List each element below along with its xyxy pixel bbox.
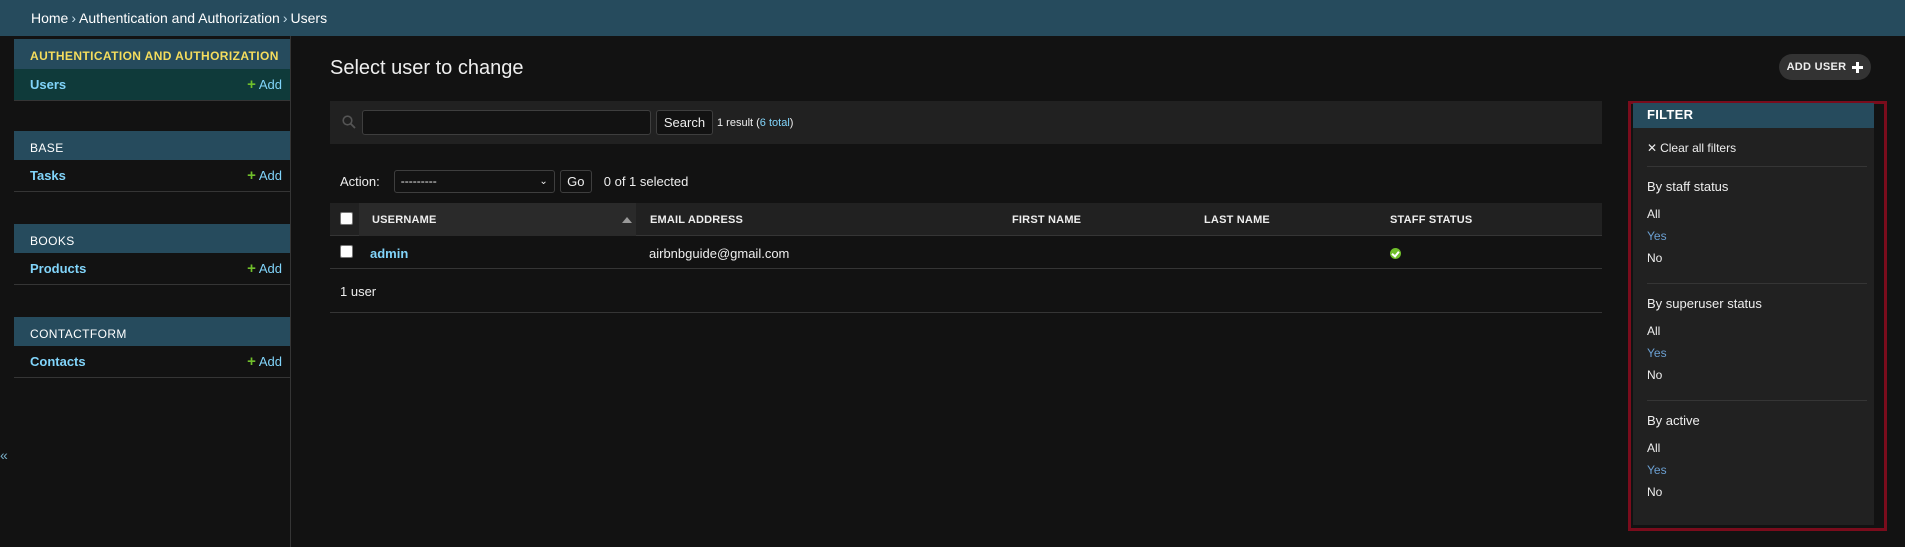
action-selected-option: ---------: [400, 174, 437, 188]
filter-panel: FILTER ✕ Clear all filters By staff statu…: [1633, 103, 1874, 525]
results-table: USERNAME EMAIL ADDRESS FIRST NAME LAST N…: [330, 203, 1602, 313]
add-label: Add: [258, 168, 282, 183]
action-select[interactable]: --------- ⌄: [393, 169, 555, 193]
paginator: 1 user: [330, 269, 1602, 313]
result-prefix: 1 result (: [717, 117, 760, 129]
filter-option-all[interactable]: All: [1647, 207, 1660, 221]
sidebar-item-label[interactable]: Contacts: [30, 354, 86, 369]
sidebar-module-contactform: CONTACTFORM Contacts + Add: [14, 317, 290, 378]
plus-icon: +: [247, 260, 256, 277]
search-input[interactable]: [362, 110, 651, 135]
filter-option-no[interactable]: No: [1647, 368, 1662, 382]
result-total-text: 1 user: [340, 284, 377, 299]
breadcrumb-section-link[interactable]: Authentication and Authorization: [79, 10, 280, 26]
sidebar-module-auth: AUTHENTICATION AND AUTHORIZATION Users +…: [14, 39, 290, 101]
chevron-down-icon: ⌄: [539, 175, 548, 187]
sort-ascending-icon[interactable]: [622, 217, 632, 223]
filter-option-yes[interactable]: Yes: [1647, 346, 1667, 360]
username-link[interactable]: admin: [370, 246, 408, 261]
actions-bar: Action: --------- ⌄ Go 0 of 1 selected: [340, 169, 688, 193]
filter-option-no[interactable]: No: [1647, 251, 1662, 265]
sidebar-module-header[interactable]: CONTACTFORM: [14, 317, 290, 346]
column-header-staff-status[interactable]: STAFF STATUS: [1390, 214, 1472, 226]
sidebar-item-contacts: Contacts + Add: [14, 346, 290, 378]
sidebar-module-books: BOOKS Products + Add: [14, 224, 290, 285]
sidebar-item-products: Products + Add: [14, 253, 290, 285]
filter-title-staff-status: By staff status: [1647, 179, 1729, 194]
filter-option-yes[interactable]: Yes: [1647, 229, 1667, 243]
search-icon: [342, 115, 356, 129]
filter-divider: [1647, 166, 1867, 167]
action-label: Action:: [340, 173, 380, 189]
filter-title-active: By active: [1647, 413, 1700, 428]
page-title: Select user to change: [330, 57, 524, 79]
table-row: admin airbnbguide@gmail.com: [330, 236, 1602, 269]
sidebar-module-base: BASE Tasks + Add: [14, 131, 290, 192]
email-cell: airbnbguide@gmail.com: [649, 246, 790, 261]
clear-all-filters-link[interactable]: ✕ Clear all filters: [1647, 141, 1736, 155]
sidebar-item-label[interactable]: Users: [30, 77, 66, 92]
show-all-link[interactable]: 6 total: [760, 117, 790, 129]
plus-icon: +: [247, 353, 256, 370]
sidebar-item-users: Users + Add: [14, 69, 290, 101]
filter-divider: [1647, 400, 1867, 401]
plus-icon: +: [247, 76, 256, 93]
column-header-first-name[interactable]: FIRST NAME: [1012, 214, 1081, 226]
breadcrumb-home-link[interactable]: Home: [31, 10, 68, 26]
sidebar-module-header[interactable]: AUTHENTICATION AND AUTHORIZATION: [14, 39, 290, 69]
breadcrumb: Home › Authentication and Authorization › Us…: [0, 0, 1905, 36]
add-task-link[interactable]: + Add: [247, 167, 282, 184]
column-header-username[interactable]: USERNAME: [372, 214, 437, 226]
filter-option-all[interactable]: All: [1647, 324, 1660, 338]
filter-option-no[interactable]: No: [1647, 485, 1662, 499]
filter-title-superuser-status: By superuser status: [1647, 296, 1762, 311]
sidebar: [14, 36, 291, 547]
staff-status-yes-icon: [1390, 248, 1401, 259]
filter-divider: [1647, 283, 1867, 284]
breadcrumb-current: Users: [290, 10, 328, 26]
add-user-link[interactable]: + Add: [247, 76, 282, 93]
go-button[interactable]: Go: [559, 169, 592, 193]
sidebar-item-tasks: Tasks + Add: [14, 160, 290, 192]
add-contact-link[interactable]: + Add: [247, 353, 282, 370]
filter-header: FILTER: [1633, 103, 1874, 128]
breadcrumb-separator: ›: [282, 10, 288, 26]
close-icon: ✕: [1647, 141, 1658, 155]
column-header-email[interactable]: EMAIL ADDRESS: [650, 214, 743, 226]
sidebar-collapse-toggle[interactable]: «: [0, 447, 8, 463]
add-label: Add: [258, 354, 282, 369]
search-button[interactable]: Search: [656, 110, 713, 135]
sidebar-item-label[interactable]: Products: [30, 261, 86, 276]
result-suffix: ): [789, 117, 794, 129]
row-checkbox[interactable]: [340, 245, 353, 258]
plus-icon: +: [247, 167, 256, 184]
filter-option-yes[interactable]: Yes: [1647, 463, 1667, 477]
add-product-link[interactable]: + Add: [247, 260, 282, 277]
add-user-button-label: ADD USER: [1786, 61, 1847, 73]
select-all-checkbox[interactable]: [340, 212, 353, 225]
table-header: USERNAME EMAIL ADDRESS FIRST NAME LAST N…: [330, 203, 1602, 236]
add-label: Add: [258, 261, 282, 276]
breadcrumb-separator: ›: [71, 10, 77, 26]
result-count: 1 result (6 total): [717, 117, 793, 129]
plus-circle-icon: [1852, 61, 1864, 73]
selected-count: 0 of 1 selected: [603, 173, 689, 189]
add-user-button[interactable]: ADD USER: [1779, 54, 1871, 80]
search-toolbar: Search 1 result (6 total): [330, 101, 1602, 144]
filter-option-all[interactable]: All: [1647, 441, 1660, 455]
sidebar-item-label[interactable]: Tasks: [30, 168, 66, 183]
add-label: Add: [258, 77, 282, 92]
column-header-last-name[interactable]: LAST NAME: [1204, 214, 1270, 226]
sidebar-module-header[interactable]: BOOKS: [14, 224, 290, 253]
clear-filters-label: Clear all filters: [1660, 141, 1737, 155]
sidebar-module-header[interactable]: BASE: [14, 131, 290, 160]
